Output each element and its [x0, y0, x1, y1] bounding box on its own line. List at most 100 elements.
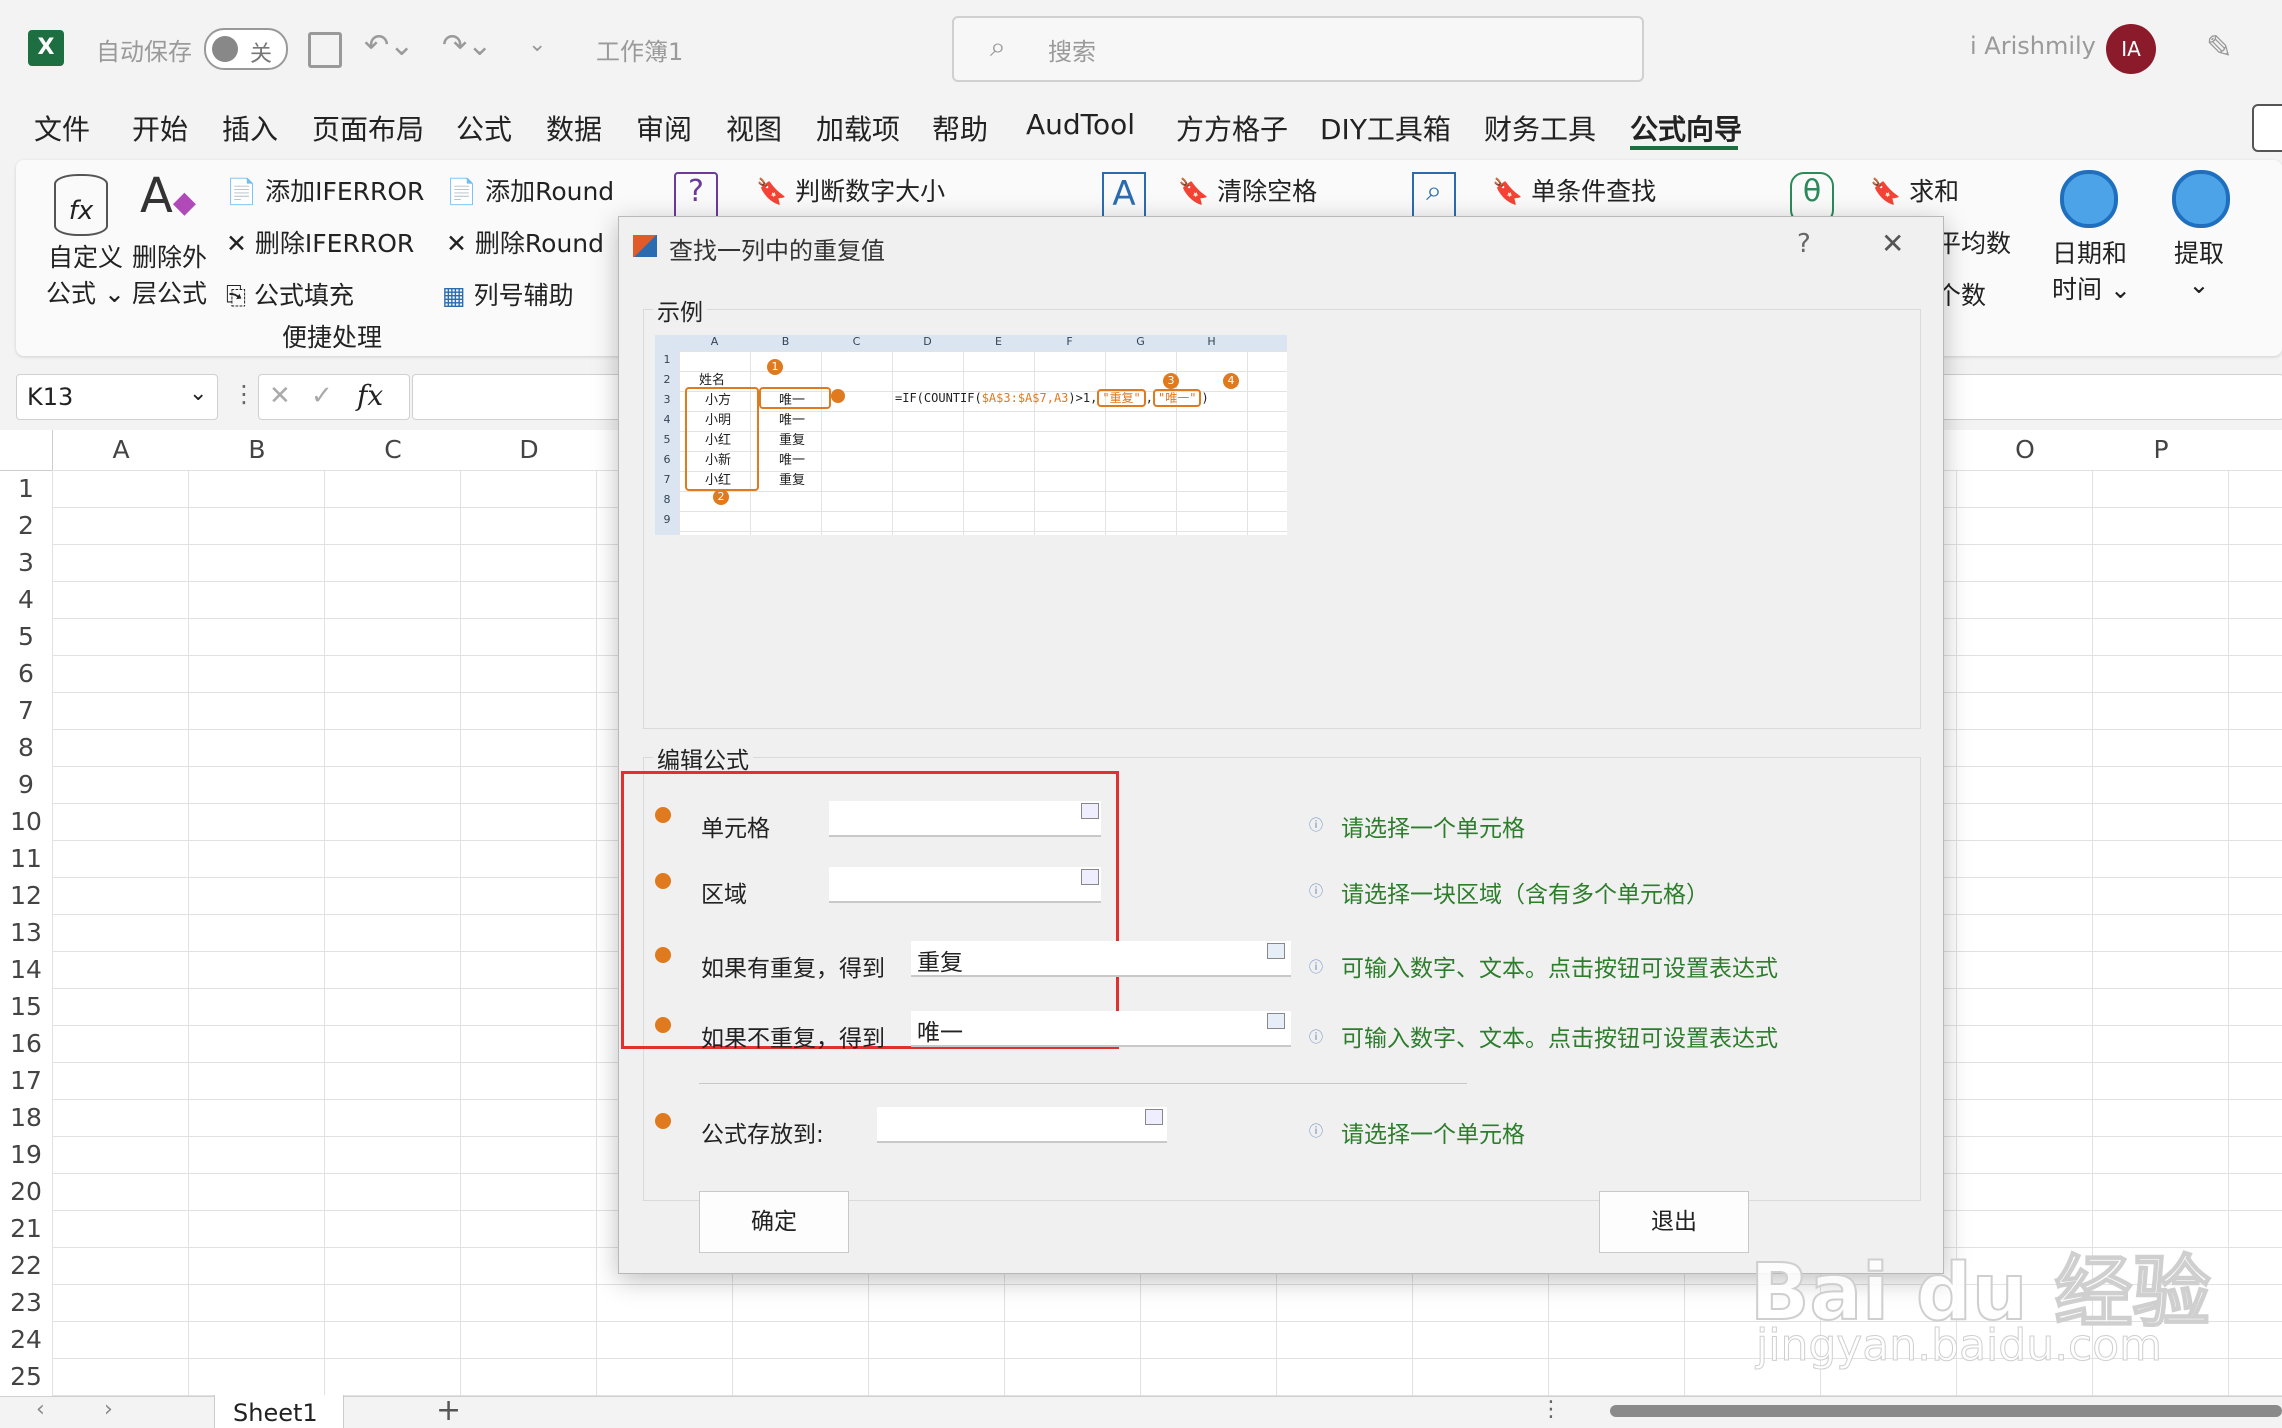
if-uniq-input[interactable]: 唯一: [911, 1011, 1291, 1047]
col-header-b[interactable]: B: [190, 430, 324, 470]
add-iferror-button[interactable]: 📄 添加IFERROR: [226, 172, 424, 208]
remove-outer-label[interactable]: 删除外 层公式: [132, 238, 207, 310]
row-header[interactable]: 8: [0, 733, 52, 762]
output-input[interactable]: [877, 1107, 1167, 1143]
row-header[interactable]: 11: [0, 844, 52, 873]
menu-diy[interactable]: DIY工具箱: [1320, 108, 1451, 148]
row-header[interactable]: 22: [0, 1251, 52, 1280]
row-header[interactable]: 12: [0, 881, 52, 910]
menu-formulas[interactable]: 公式: [456, 108, 512, 148]
row-header[interactable]: 4: [0, 585, 52, 614]
expression-icon[interactable]: [1267, 1013, 1285, 1029]
clear-space-button[interactable]: 🔖 清除空格: [1178, 172, 1317, 208]
undo-icon[interactable]: ↶⌄: [364, 28, 414, 63]
menu-formula-wizard[interactable]: 公式向导: [1630, 108, 1742, 148]
row-header[interactable]: 2: [0, 511, 52, 540]
menu-audtool[interactable]: AudTool: [1026, 108, 1135, 141]
judge-num-button[interactable]: 🔖 判断数字大小: [756, 172, 945, 208]
ok-button[interactable]: 确定: [699, 1191, 849, 1253]
col-header-c[interactable]: C: [326, 430, 460, 470]
col-header-d[interactable]: D: [462, 430, 596, 470]
range-input[interactable]: [829, 867, 1101, 903]
add-round-button[interactable]: 📄 添加Round: [446, 172, 614, 208]
row-header[interactable]: 1: [0, 474, 52, 503]
customize-qat-icon[interactable]: ⌄: [528, 32, 546, 57]
avatar[interactable]: IA: [2106, 24, 2156, 74]
comments-icon[interactable]: [2252, 104, 2282, 152]
select-all-corner[interactable]: [0, 430, 53, 471]
menu-page-layout[interactable]: 页面布局: [312, 108, 424, 148]
menu-data[interactable]: 数据: [546, 108, 602, 148]
row-header[interactable]: 17: [0, 1066, 52, 1095]
extract-label[interactable]: 提取 ⌄: [2174, 234, 2224, 299]
custom-formula-label[interactable]: 自定义 公式 ⌄: [46, 238, 125, 310]
add-sheet-icon[interactable]: +: [436, 1393, 461, 1428]
del-iferror-button[interactable]: ✕ 删除IFERROR: [226, 224, 414, 260]
row-header[interactable]: 10: [0, 807, 52, 836]
redo-icon[interactable]: ↷⌄: [442, 28, 492, 63]
name-box[interactable]: K13 ⌄: [16, 374, 218, 420]
row-header[interactable]: 24: [0, 1325, 52, 1354]
menu-review[interactable]: 审阅: [636, 108, 692, 148]
cell-input[interactable]: [829, 801, 1101, 837]
range-select-icon[interactable]: [1081, 869, 1099, 885]
row-header[interactable]: 9: [0, 770, 52, 799]
col-header-a[interactable]: A: [54, 430, 188, 470]
autosave-toggle[interactable]: 关: [204, 28, 288, 70]
menu-addins[interactable]: 加载项: [816, 108, 900, 148]
sum-button[interactable]: 🔖 求和: [1870, 172, 1959, 208]
insert-function-icon[interactable]: fx: [357, 379, 383, 412]
row-header[interactable]: 3: [0, 548, 52, 577]
custom-formula-icon[interactable]: fx: [54, 174, 108, 236]
close-button[interactable]: ✕: [1881, 227, 1904, 260]
enter-icon[interactable]: ✓: [311, 381, 333, 411]
col-header-p[interactable]: P: [2094, 430, 2228, 470]
row-header[interactable]: 14: [0, 955, 52, 984]
del-round-button[interactable]: ✕ 删除Round: [446, 224, 604, 260]
col-header-o[interactable]: O: [1958, 430, 2092, 470]
menu-finance[interactable]: 财务工具: [1484, 108, 1596, 148]
range-select-icon[interactable]: [1081, 803, 1099, 819]
range-select-icon[interactable]: [1145, 1109, 1163, 1125]
menu-home[interactable]: 开始: [132, 108, 188, 148]
row-header[interactable]: 7: [0, 696, 52, 725]
horizontal-scrollbar[interactable]: [1610, 1405, 2282, 1417]
row-header[interactable]: 5: [0, 622, 52, 651]
row-header[interactable]: 16: [0, 1029, 52, 1058]
row-header[interactable]: 20: [0, 1177, 52, 1206]
search-box[interactable]: ⌕ 搜索: [952, 16, 1644, 82]
col-helper-button[interactable]: ▦ 列号辅助: [442, 276, 574, 312]
if-dup-input[interactable]: 重复: [911, 941, 1291, 977]
row-header[interactable]: 6: [0, 659, 52, 688]
exit-button[interactable]: 退出: [1599, 1191, 1749, 1253]
more-options-icon[interactable]: ⋮: [232, 380, 256, 408]
menu-file[interactable]: 文件: [34, 108, 90, 148]
help-button[interactable]: ?: [1797, 229, 1811, 259]
row-header[interactable]: 23: [0, 1288, 52, 1317]
menu-help[interactable]: 帮助: [932, 108, 988, 148]
row-header[interactable]: 13: [0, 918, 52, 947]
datetime-icon[interactable]: [2060, 170, 2118, 228]
row-header[interactable]: 15: [0, 992, 52, 1021]
remove-outer-icon[interactable]: A◆: [140, 168, 196, 224]
cancel-icon[interactable]: ✕: [269, 381, 291, 411]
row-header[interactable]: 21: [0, 1214, 52, 1243]
pen-icon[interactable]: ✎: [2206, 28, 2233, 66]
avg-button[interactable]: 平均数: [1936, 224, 2011, 260]
expression-icon[interactable]: [1267, 943, 1285, 959]
menu-insert[interactable]: 插入: [222, 108, 278, 148]
menu-fangfang[interactable]: 方方格子: [1176, 108, 1288, 148]
prev-sheet-icon[interactable]: ‹: [36, 1397, 45, 1422]
menu-view[interactable]: 视图: [726, 108, 782, 148]
sheet-tab[interactable]: Sheet1: [214, 1395, 344, 1428]
row-header[interactable]: 19: [0, 1140, 52, 1169]
row-header[interactable]: 25: [0, 1362, 52, 1391]
save-icon[interactable]: [308, 32, 342, 68]
single-lookup-button[interactable]: 🔖 单条件查找: [1492, 172, 1656, 208]
row-header[interactable]: 18: [0, 1103, 52, 1132]
extract-icon[interactable]: [2172, 170, 2230, 228]
sheet-more-icon[interactable]: ⋮: [1540, 1397, 1562, 1422]
datetime-label[interactable]: 日期和 时间 ⌄: [2052, 234, 2131, 306]
fill-formula-button[interactable]: ⎘ 公式填充: [226, 276, 354, 312]
next-sheet-icon[interactable]: ›: [104, 1397, 113, 1422]
